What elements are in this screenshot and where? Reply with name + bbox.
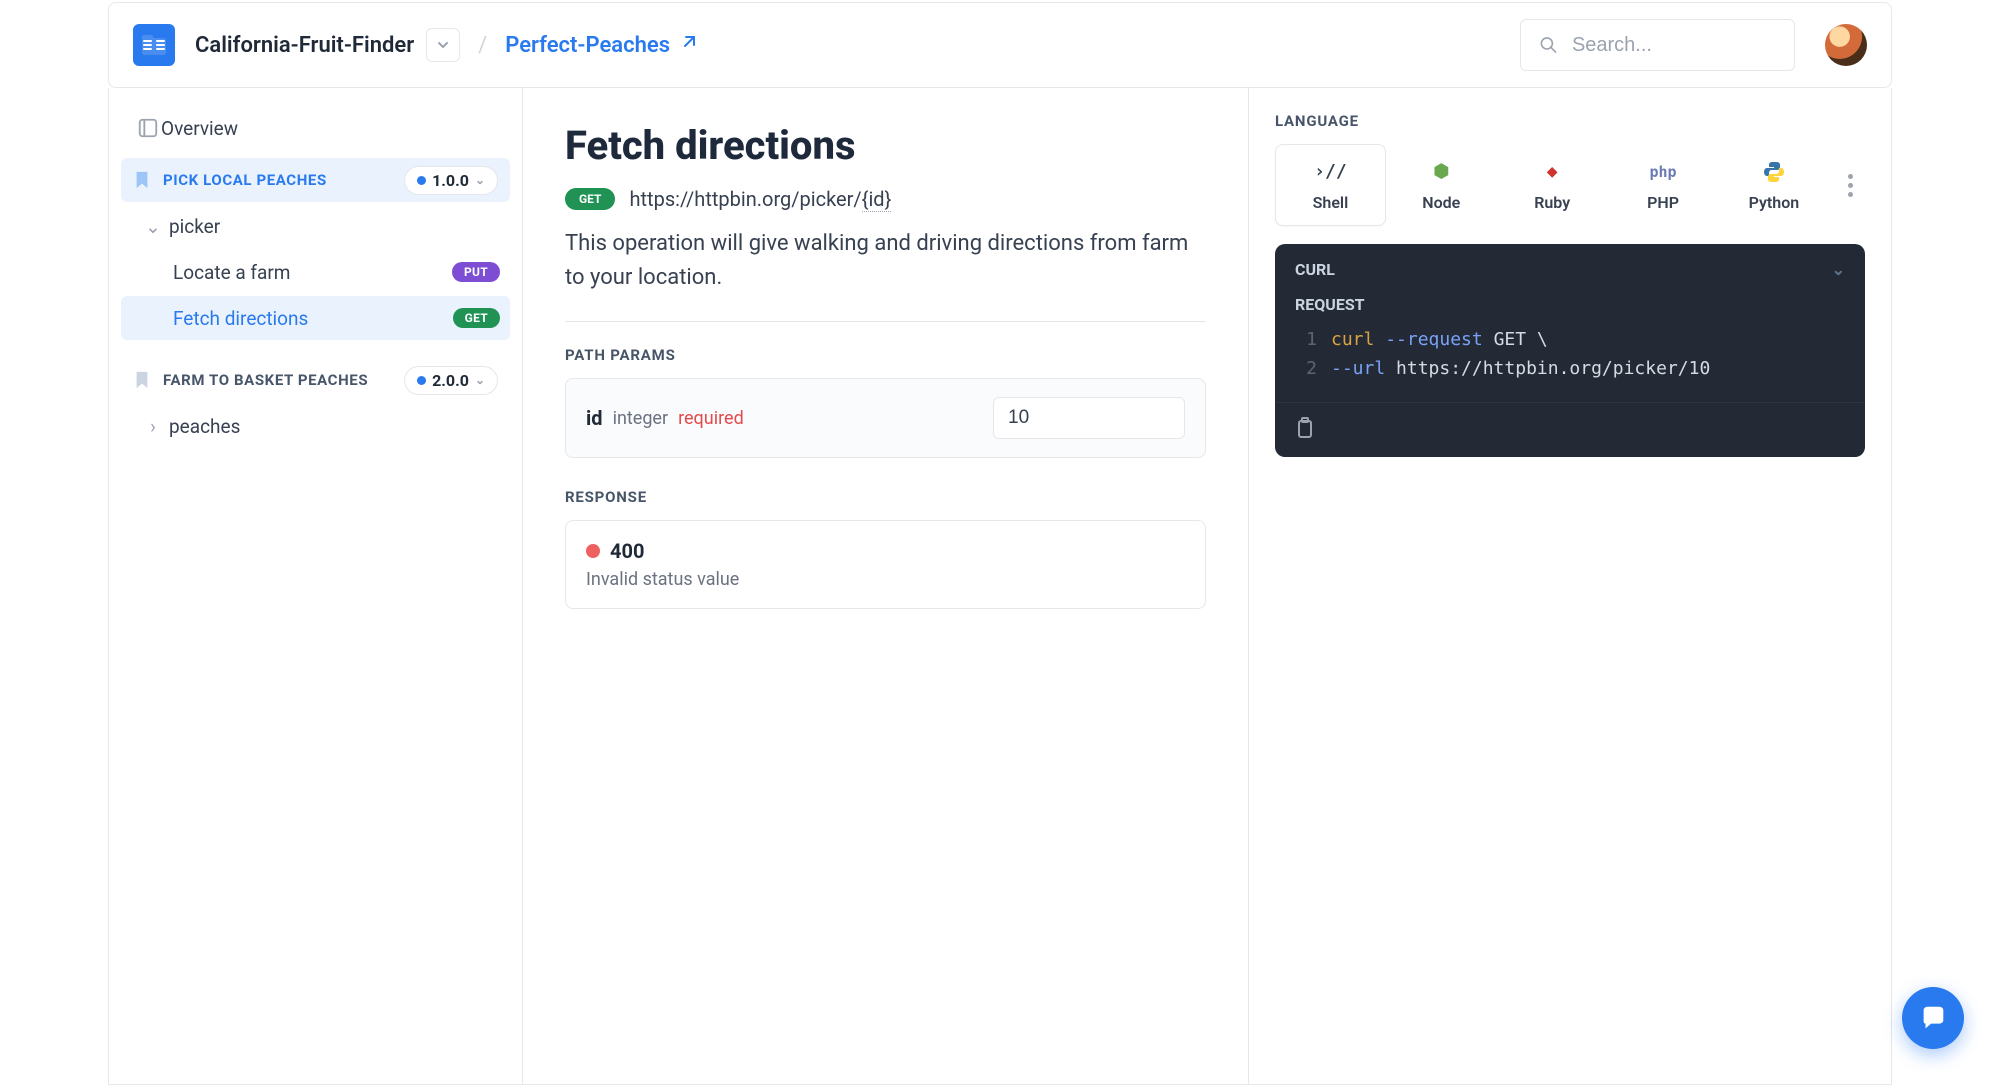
more-languages-button[interactable] — [1835, 174, 1865, 197]
chat-icon — [1918, 1003, 1948, 1033]
group-label: picker — [169, 215, 500, 238]
description: This operation will give walking and dri… — [565, 227, 1206, 322]
breadcrumb-org[interactable]: California-Fruit-Finder — [195, 33, 414, 58]
breadcrumb-separator: / — [478, 33, 487, 58]
section-title: PICK LOCAL PEACHES — [163, 171, 404, 189]
sidebar-section-pick-local[interactable]: PICK LOCAL PEACHES 1.0.0 ⌄ — [121, 158, 510, 202]
path-params-label: PATH PARAMS — [565, 346, 1206, 364]
chat-button[interactable] — [1902, 987, 1964, 1049]
param-value-input[interactable] — [993, 397, 1185, 439]
chevron-down-icon — [436, 38, 450, 52]
sidebar-overview-label: Overview — [161, 117, 238, 140]
bookmark-icon — [133, 171, 151, 189]
method-badge: GET — [453, 308, 500, 328]
chevron-right-icon: › — [143, 415, 163, 438]
chevron-down-icon: ⌄ — [1832, 260, 1845, 279]
param-name: id — [586, 406, 603, 430]
breadcrumb-project[interactable]: Perfect-Peaches — [505, 33, 670, 58]
language-tab-node[interactable]: ⬢ Node — [1386, 144, 1497, 226]
endpoint-url: https://httpbin.org/picker/{id} — [629, 187, 891, 211]
lang-label: Shell — [1313, 193, 1349, 212]
search-box[interactable] — [1520, 19, 1795, 71]
param-type: integer — [613, 408, 669, 429]
sidebar-section-farm-to-basket[interactable]: FARM TO BASKET PEACHES 2.0.0 ⌄ — [121, 358, 510, 402]
copy-button[interactable] — [1295, 424, 1315, 443]
shell-icon: ›// — [1314, 159, 1347, 185]
code-line: 1 curl --request GET \ — [1295, 326, 1845, 355]
search-icon — [1539, 34, 1558, 56]
group-label: peaches — [169, 415, 500, 438]
code-block: 1 curl --request GET \ 2 --url https://h… — [1275, 320, 1865, 402]
response-card[interactable]: 400 Invalid status value — [565, 520, 1206, 609]
item-label: Fetch directions — [173, 307, 453, 330]
lang-label: Ruby — [1534, 193, 1570, 212]
code-sample-card: CURL ⌄ REQUEST 1 curl --request GET \ 2 … — [1275, 244, 1865, 457]
path-param-row: id integer required — [565, 378, 1206, 458]
language-label: LANGUAGE — [1275, 112, 1865, 130]
header: California-Fruit-Finder / Perfect-Peache… — [108, 2, 1892, 88]
language-tab-php[interactable]: php PHP — [1608, 144, 1719, 226]
code-tool-label: CURL — [1295, 260, 1335, 279]
endpoint-line: GET https://httpbin.org/picker/{id} — [565, 187, 1206, 211]
sidebar-overview[interactable]: Overview — [121, 106, 510, 150]
response-status: 400 — [610, 539, 644, 563]
lang-label: PHP — [1647, 193, 1679, 212]
avatar[interactable] — [1825, 24, 1867, 66]
chevron-down-icon: ⌄ — [143, 215, 163, 238]
code-line: 2 --url https://httpbin.org/picker/10 — [1295, 355, 1845, 384]
status-dot-icon — [586, 544, 600, 558]
method-badge: PUT — [452, 262, 500, 282]
sidebar-group-picker[interactable]: ⌄ picker — [121, 204, 510, 248]
version-selector[interactable]: 1.0.0 ⌄ — [404, 166, 498, 195]
chevron-down-icon: ⌄ — [475, 173, 485, 187]
php-icon: php — [1649, 159, 1676, 185]
version-label: 2.0.0 — [432, 371, 469, 390]
version-selector[interactable]: 2.0.0 ⌄ — [404, 366, 498, 395]
app-logo — [133, 24, 175, 66]
param-required: required — [678, 408, 744, 429]
search-input[interactable] — [1572, 34, 1776, 57]
bookmark-icon — [133, 371, 151, 389]
python-icon — [1762, 159, 1786, 185]
sidebar-item-fetch-directions[interactable]: Fetch directions GET — [121, 296, 510, 340]
sidebar: Overview PICK LOCAL PEACHES 1.0.0 ⌄ ⌄ pi… — [109, 88, 523, 1084]
main-content: Fetch directions GET https://httpbin.org… — [523, 88, 1249, 1084]
version-label: 1.0.0 — [432, 171, 469, 190]
lang-label: Python — [1749, 193, 1800, 212]
section-title: FARM TO BASKET PEACHES — [163, 371, 404, 389]
sidebar-item-locate-farm[interactable]: Locate a farm PUT — [121, 250, 510, 294]
language-tab-ruby[interactable]: ◆ Ruby — [1497, 144, 1608, 226]
org-dropdown[interactable] — [426, 28, 460, 62]
response-label: RESPONSE — [565, 488, 1206, 506]
response-message: Invalid status value — [586, 569, 1185, 590]
chevron-down-icon: ⌄ — [475, 373, 485, 387]
code-tool-selector[interactable]: CURL ⌄ — [1275, 244, 1865, 295]
ruby-icon: ◆ — [1547, 159, 1558, 185]
page-title: Fetch directions — [565, 122, 1206, 169]
item-label: Locate a farm — [173, 261, 452, 284]
code-section-label: REQUEST — [1275, 295, 1865, 320]
method-badge: GET — [565, 188, 615, 210]
language-tab-shell[interactable]: ›// Shell — [1275, 144, 1386, 226]
clipboard-icon — [1295, 417, 1315, 439]
overview-icon — [135, 117, 161, 139]
lang-label: Node — [1422, 193, 1460, 212]
right-panel: LANGUAGE ›// Shell ⬢ Node ◆ Ruby php PHP — [1249, 88, 1891, 1084]
language-tab-python[interactable]: Python — [1718, 144, 1829, 226]
sidebar-group-peaches[interactable]: › peaches — [121, 404, 510, 448]
external-link-icon[interactable] — [680, 35, 696, 55]
node-icon: ⬢ — [1433, 159, 1449, 185]
path-param-token: {id} — [862, 187, 892, 212]
language-tabs: ›// Shell ⬢ Node ◆ Ruby php PHP — [1275, 144, 1865, 226]
version-dot-icon — [417, 176, 426, 185]
version-dot-icon — [417, 376, 426, 385]
